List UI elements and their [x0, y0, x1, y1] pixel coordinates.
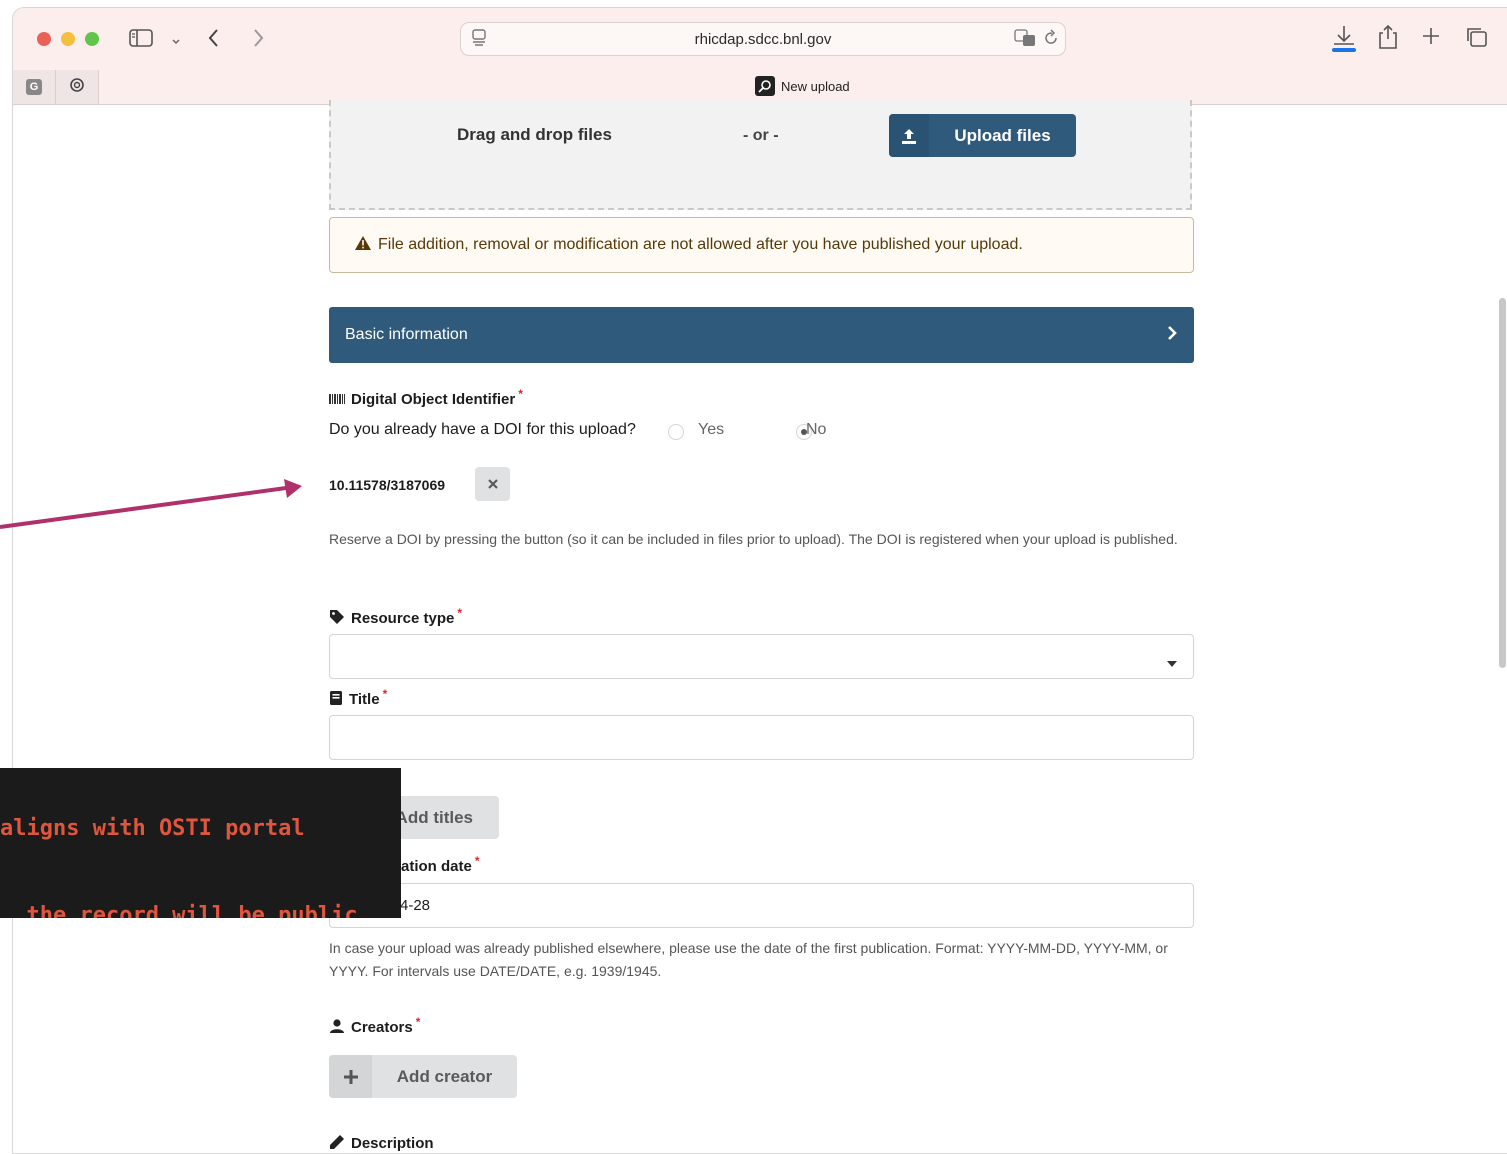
pinned-tab-chatgpt[interactable]: [56, 70, 99, 104]
required-marker: *: [415, 1014, 421, 1029]
accordion-title: Basic information: [345, 326, 468, 343]
upload-files-label: Upload files: [954, 125, 1051, 145]
back-icon[interactable]: [207, 26, 221, 54]
doi-yes-radio[interactable]: [668, 423, 684, 440]
publication-date-value: 4-28: [400, 897, 431, 914]
warning-message: File addition, removal or modification a…: [329, 217, 1194, 273]
chevron-right-icon: [1166, 325, 1178, 346]
url-text: rhicdap.sdcc.bnl.gov: [694, 31, 832, 48]
required-marker: *: [474, 853, 480, 868]
annotation-arrow: [0, 479, 302, 529]
plus-icon: [329, 1055, 372, 1098]
terminal-line-1: aligns with OSTI portal: [0, 816, 305, 841]
doi-yes-label[interactable]: Yes: [698, 421, 724, 439]
new-tab-icon[interactable]: [1421, 26, 1441, 50]
description-label-text: Description: [351, 1135, 434, 1152]
publication-date-help: In case your upload was already publishe…: [329, 940, 1168, 979]
pencil-icon: [329, 1134, 345, 1153]
terminal-overlay: aligns with OSTI portal the record will …: [0, 768, 401, 918]
tab-new-upload[interactable]: New upload: [755, 76, 850, 96]
tab-bar: G New upload: [13, 70, 1507, 104]
title-input[interactable]: [329, 715, 1194, 760]
resource-type-label-text: Resource type: [351, 610, 455, 627]
share-icon[interactable]: [1377, 24, 1399, 54]
drag-drop-label: Drag and drop files: [457, 125, 612, 144]
doi-label-text: Digital Object Identifier: [351, 391, 516, 408]
search-icon: [755, 76, 775, 96]
chevron-down-icon[interactable]: [171, 32, 181, 54]
add-titles-label: Add titles: [395, 807, 473, 827]
doi-label: Digital Object Identifier *: [329, 387, 523, 408]
address-bar[interactable]: rhicdap.sdcc.bnl.gov: [460, 22, 1066, 56]
forward-icon[interactable]: [251, 26, 265, 54]
creators-label-text: Creators: [351, 1019, 413, 1036]
basic-information-accordion[interactable]: Basic information: [329, 307, 1194, 363]
chatgpt-icon: [69, 77, 85, 98]
required-marker: *: [518, 386, 523, 401]
upload-files-button[interactable]: Upload files: [889, 114, 1076, 157]
doi-help-text: Reserve a DOI by pressing the button (so…: [329, 531, 1178, 547]
upload-icon: [889, 114, 929, 157]
user-icon: [329, 1018, 345, 1037]
warning-text: File addition, removal or modification a…: [378, 236, 1023, 253]
grammarly-icon: G: [26, 79, 42, 95]
close-window-button[interactable]: [37, 32, 51, 46]
tag-icon: [329, 609, 345, 628]
required-marker: *: [457, 605, 463, 620]
publication-date-input[interactable]: 4-28: [329, 883, 1194, 928]
tab-overview-icon[interactable]: [1465, 26, 1489, 52]
title-label-text: Title: [349, 691, 380, 708]
or-separator: - or -: [743, 127, 779, 144]
book-icon: [329, 690, 343, 709]
resource-type-label: Resource type *: [329, 605, 463, 628]
doi-question: Do you already have a DOI for this uploa…: [329, 421, 636, 438]
zoom-window-button[interactable]: [85, 32, 99, 46]
pinned-tab-g[interactable]: G: [13, 70, 56, 104]
publication-date-label-text: ation date: [401, 858, 472, 875]
sidebar-icon[interactable]: [129, 28, 153, 52]
minimize-window-button[interactable]: [61, 32, 75, 46]
barcode-icon: [329, 392, 345, 408]
scrollbar[interactable]: [1499, 298, 1506, 668]
translate-icon[interactable]: [1014, 29, 1036, 51]
warning-icon: [354, 235, 372, 256]
doi-value: 10.11578/3187069: [329, 477, 446, 493]
title-label: Title *: [329, 686, 388, 709]
downloads-icon[interactable]: [1331, 24, 1357, 56]
required-marker: *: [382, 686, 388, 701]
terminal-line-2: the record will be public: [0, 903, 358, 918]
reload-icon[interactable]: [1043, 29, 1059, 51]
add-creator-button[interactable]: Add creator: [329, 1055, 517, 1098]
browser-toolbar: rhicdap.sdcc.bnl.gov G New upload: [13, 8, 1507, 105]
resource-type-select[interactable]: [329, 634, 1194, 679]
tab-title: New upload: [781, 78, 850, 94]
close-icon: [487, 476, 498, 492]
description-label: Description: [329, 1134, 434, 1153]
creators-label: Creators *: [329, 1014, 421, 1037]
add-creator-label: Add creator: [396, 1066, 493, 1086]
doi-no-label[interactable]: No: [806, 421, 826, 439]
dropdown-caret-icon: [1167, 654, 1177, 672]
clear-doi-button[interactable]: [475, 467, 510, 501]
